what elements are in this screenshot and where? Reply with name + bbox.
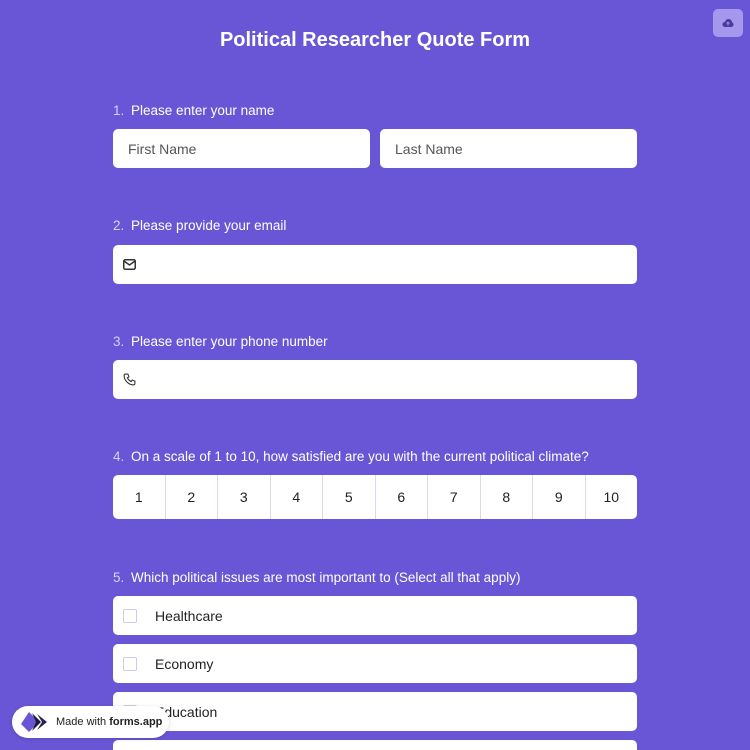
question-3-number: 3. [113, 334, 125, 349]
question-4-label: 4. On a scale of 1 to 10, how satisfied … [113, 449, 589, 464]
scale-option-8[interactable]: 8 [481, 475, 533, 519]
question-2-text: Please provide your email [131, 218, 287, 233]
scale-option-10[interactable]: 10 [586, 475, 638, 519]
question-1-text: Please enter your name [131, 103, 275, 118]
badge-brand: forms.app [109, 716, 163, 728]
first-name-input[interactable]: First Name [113, 129, 370, 168]
cloud-upload-icon [722, 19, 734, 27]
phone-field[interactable] [113, 360, 637, 399]
option-healthcare[interactable]: Healthcare [113, 596, 637, 635]
question-5-text: Which political issues are most importan… [131, 570, 521, 585]
last-name-placeholder: Last Name [395, 140, 463, 157]
scale-option-5[interactable]: 5 [323, 475, 376, 519]
last-name-input[interactable]: Last Name [380, 129, 637, 168]
option-education[interactable]: Education [113, 692, 637, 731]
cloud-upload-button[interactable] [713, 9, 743, 37]
badge-prefix: Made with [56, 716, 107, 728]
scale-option-2[interactable]: 2 [166, 475, 218, 519]
phone-icon [113, 373, 153, 386]
checkbox-healthcare[interactable] [123, 608, 137, 623]
question-5-label: 5. Which political issues are most impor… [113, 570, 520, 585]
option-economy[interactable]: Economy [113, 644, 637, 683]
question-4-number: 4. [113, 449, 125, 464]
form-title: Political Researcher Quote Form [219, 29, 531, 51]
scale-option-1[interactable]: 1 [113, 475, 166, 519]
question-4-text: On a scale of 1 to 10, how satisfied are… [131, 449, 589, 464]
checkbox-economy[interactable] [123, 656, 137, 671]
forms-app-logo-icon [20, 710, 50, 734]
question-1-number: 1. [113, 103, 125, 118]
question-2-number: 2. [113, 218, 125, 233]
option-economy-label: Economy [155, 655, 214, 672]
scale-option-7[interactable]: 7 [428, 475, 481, 519]
question-3-text: Please enter your phone number [131, 334, 328, 349]
option-healthcare-label: Healthcare [155, 607, 223, 624]
scale-option-4[interactable]: 4 [271, 475, 323, 519]
scale-option-6[interactable]: 6 [376, 475, 428, 519]
scale-option-9[interactable]: 9 [533, 475, 586, 519]
envelope-icon [113, 259, 153, 270]
satisfaction-scale: 1 2 3 4 5 6 7 8 9 10 [113, 475, 637, 519]
first-name-placeholder: First Name [128, 140, 197, 157]
option-next-partial[interactable] [113, 740, 637, 750]
question-5-number: 5. [113, 570, 125, 585]
question-1-label: 1. Please enter your name [113, 103, 274, 118]
made-with-badge[interactable]: Made with forms.app [12, 706, 169, 738]
badge-text: Made with forms.app [56, 716, 162, 728]
email-field[interactable] [113, 245, 637, 284]
question-3-label: 3. Please enter your phone number [113, 334, 328, 349]
scale-option-3[interactable]: 3 [218, 475, 271, 519]
question-2-label: 2. Please provide your email [113, 218, 286, 233]
